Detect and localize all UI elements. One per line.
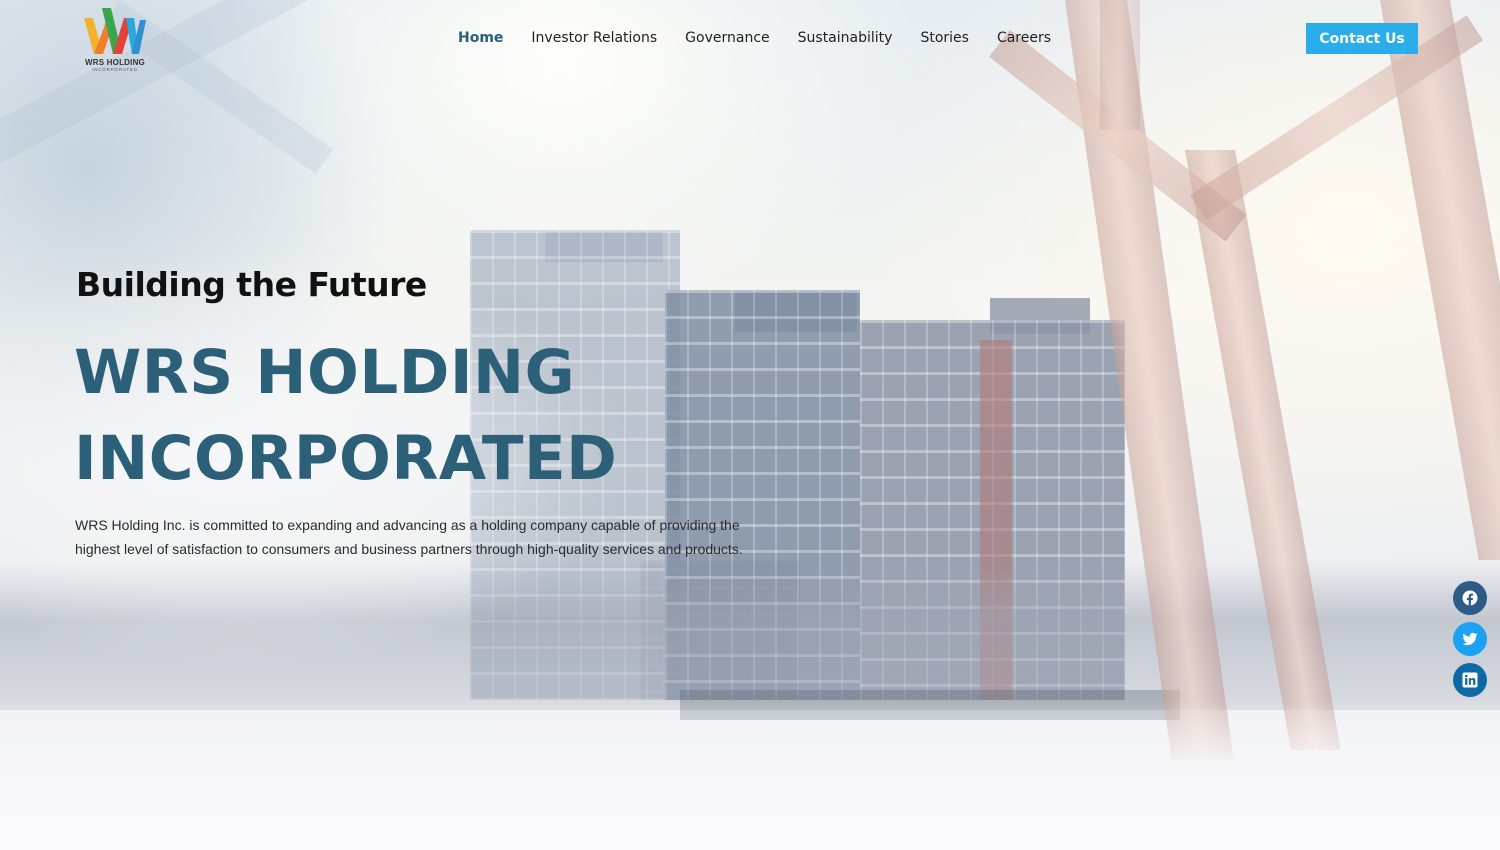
facebook-link[interactable] <box>1453 581 1487 615</box>
linkedin-icon <box>1462 672 1478 688</box>
logo-subtext: INCORPORATED <box>92 67 138 72</box>
nav-item-sustainability[interactable]: Sustainability <box>798 29 893 49</box>
hero-tagline: Building the Future <box>76 265 427 304</box>
main-nav: Home Investor Relations Governance Susta… <box>458 29 1079 49</box>
contact-us-button[interactable]: Contact Us <box>1306 23 1418 54</box>
fog-bottom <box>0 700 1500 850</box>
nav-item-investor-relations[interactable]: Investor Relations <box>531 29 657 49</box>
hero-headline-line1: WRS HOLDING <box>74 337 576 408</box>
linkedin-link[interactable] <box>1453 663 1487 697</box>
logo-mark-icon <box>84 8 146 54</box>
social-links <box>1453 581 1487 704</box>
window-frame-6 <box>1100 0 1140 130</box>
facebook-icon <box>1462 590 1478 606</box>
nav-item-stories[interactable]: Stories <box>920 29 969 49</box>
hero-headline: WRS HOLDING INCORPORATED <box>74 330 774 502</box>
logo-text: WRS HOLDING <box>85 58 145 67</box>
hero-headline-line2: INCORPORATED <box>74 423 618 494</box>
hero-description: WRS Holding Inc. is committed to expandi… <box>75 517 743 557</box>
twitter-link[interactable] <box>1453 622 1487 656</box>
twitter-icon <box>1462 632 1478 646</box>
nav-item-home[interactable]: Home <box>458 29 503 49</box>
logo[interactable]: WRS HOLDING INCORPORATED <box>82 4 148 72</box>
nav-item-careers[interactable]: Careers <box>997 29 1051 49</box>
nav-item-governance[interactable]: Governance <box>685 29 769 49</box>
